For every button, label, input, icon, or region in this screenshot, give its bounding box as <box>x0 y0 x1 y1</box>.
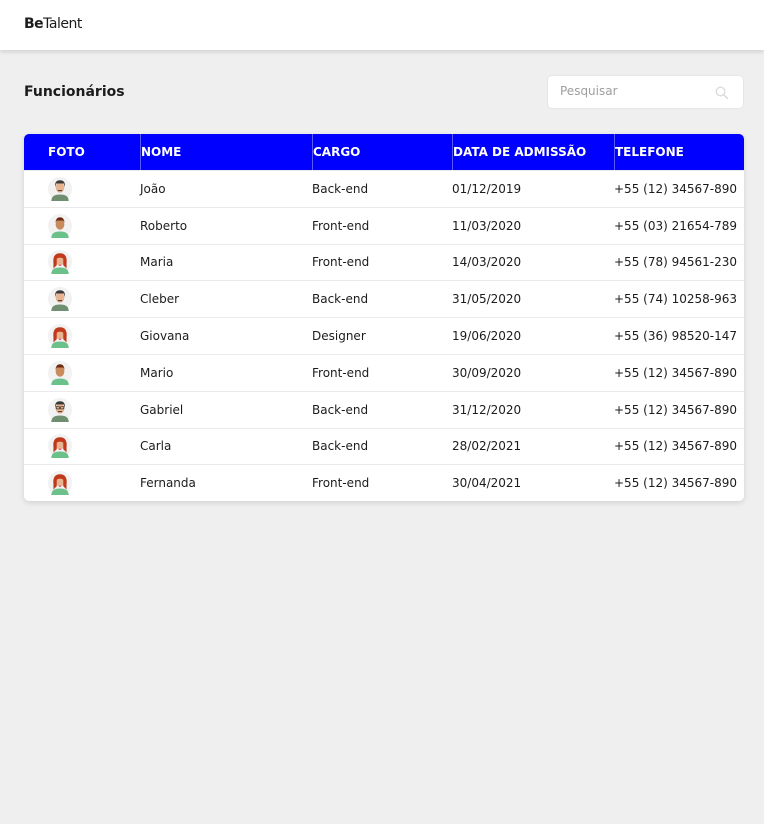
table-row[interactable]: Giovana Designer 19/06/2020 +55 (36) 985… <box>24 317 744 354</box>
top-bar: BeTalent <box>0 0 764 50</box>
avatar <box>48 281 72 317</box>
employee-admission-date: 30/09/2020 <box>452 365 522 380</box>
employee-name: Giovana <box>140 329 190 344</box>
logo-rest: Talent <box>43 16 82 32</box>
employees-table: FOTO NOME CARGO DATA DE ADMISSÃO TELEFON… <box>24 134 744 502</box>
page-title: Funcionários <box>24 84 125 100</box>
employee-name: Roberto <box>140 218 188 233</box>
employee-name: Gabriel <box>140 402 184 417</box>
table-body: João Back-end 01/12/2019 +55 (12) 34567-… <box>24 170 744 501</box>
employee-role: Front-end <box>312 476 370 491</box>
column-header-nome: NOME <box>140 134 181 170</box>
employee-role: Front-end <box>312 218 370 233</box>
avatar <box>48 318 72 354</box>
table-row[interactable]: Roberto Front-end 11/03/2020 +55 (03) 21… <box>24 206 744 244</box>
employee-phone: +55 (12) 34567-890 <box>614 402 737 417</box>
table-row[interactable]: Cleber Back-end 31/05/2020 +55 (74) 1025… <box>24 280 744 317</box>
employee-role: Back-end <box>312 402 369 417</box>
avatar <box>48 465 72 501</box>
avatar <box>48 171 72 207</box>
table-row[interactable]: Gabriel Back-end 31/12/2020 +55 (12) 345… <box>24 390 744 428</box>
employee-name: Mario <box>140 365 174 380</box>
employee-admission-date: 01/12/2019 <box>452 181 522 196</box>
employee-admission-date: 11/03/2020 <box>452 218 522 233</box>
avatar <box>48 429 72 465</box>
table-row[interactable]: Mario Front-end 30/09/2020 +55 (12) 3456… <box>24 353 744 391</box>
search-icon[interactable] <box>715 86 729 100</box>
employee-role: Front-end <box>312 365 370 380</box>
employee-phone: +55 (36) 98520-147 <box>614 329 737 344</box>
avatar <box>48 245 72 281</box>
search-input[interactable] <box>560 84 710 98</box>
employee-admission-date: 19/06/2020 <box>452 329 522 344</box>
employee-role: Front-end <box>312 255 370 270</box>
column-header-data: DATA DE ADMISSÃO <box>452 134 586 170</box>
employee-role: Back-end <box>312 292 369 307</box>
logo[interactable]: BeTalent <box>24 16 82 32</box>
employee-admission-date: 31/05/2020 <box>452 292 522 307</box>
table-row[interactable]: Carla Back-end 28/02/2021 +55 (12) 34567… <box>24 427 744 465</box>
search-box[interactable] <box>547 75 744 109</box>
employee-phone: +55 (03) 21654-789 <box>614 218 737 233</box>
employee-admission-date: 14/03/2020 <box>452 255 522 270</box>
employee-phone: +55 (12) 34567-890 <box>614 365 737 380</box>
employee-name: Maria <box>140 255 174 270</box>
employee-phone: +55 (12) 34567-890 <box>614 476 737 491</box>
column-header-foto: FOTO <box>48 145 85 159</box>
employee-admission-date: 30/04/2021 <box>452 476 522 491</box>
employee-phone: +55 (78) 94561-230 <box>614 255 737 270</box>
logo-bold: Be <box>24 16 44 32</box>
employee-admission-date: 31/12/2020 <box>452 402 522 417</box>
employee-role: Designer <box>312 329 366 344</box>
table-row[interactable]: Maria Front-end 14/03/2020 +55 (78) 9456… <box>24 243 744 281</box>
avatar <box>48 208 72 244</box>
employee-name: Fernanda <box>140 476 196 491</box>
employee-phone: +55 (74) 10258-963 <box>614 292 737 307</box>
employee-phone: +55 (12) 34567-890 <box>614 181 737 196</box>
employee-name: Cleber <box>140 292 180 307</box>
table-row[interactable]: Fernanda Front-end 30/04/2021 +55 (12) 3… <box>24 464 744 501</box>
employee-name: Carla <box>140 439 172 454</box>
avatar <box>48 355 72 391</box>
table-row[interactable]: João Back-end 01/12/2019 +55 (12) 34567-… <box>24 170 744 207</box>
employee-admission-date: 28/02/2021 <box>452 439 522 454</box>
employee-name: João <box>140 181 166 196</box>
employee-role: Back-end <box>312 439 369 454</box>
employee-phone: +55 (12) 34567-890 <box>614 439 737 454</box>
table-header: FOTO NOME CARGO DATA DE ADMISSÃO TELEFON… <box>24 134 744 170</box>
employee-role: Back-end <box>312 181 369 196</box>
column-header-telefone: TELEFONE <box>614 134 684 170</box>
column-header-cargo: CARGO <box>312 134 360 170</box>
avatar <box>48 392 72 428</box>
